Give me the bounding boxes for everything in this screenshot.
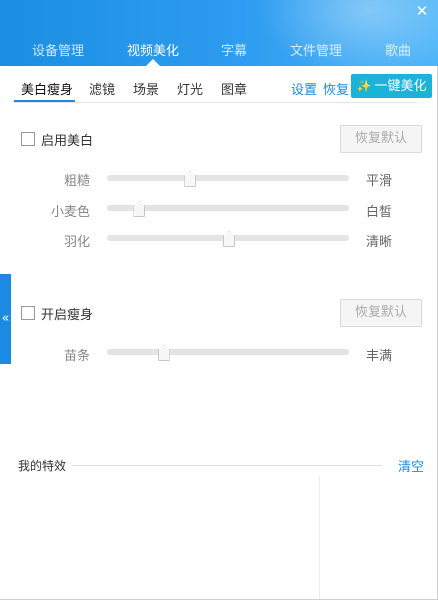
enable-slimming-label: 开启瘦身 [41, 308, 94, 323]
skin-tone-slider[interactable] [107, 201, 349, 217]
my-effects-title: 我的特效 [18, 459, 67, 473]
header-bar: ✕ 设备管理 视频美化 字幕 文件管理 歌曲 [0, 0, 438, 66]
collapse-panel-handle[interactable]: « [0, 274, 11, 364]
effects-divider [72, 465, 382, 466]
slider-thumb[interactable] [133, 201, 146, 217]
tab-subtitles[interactable]: 字幕 [194, 40, 274, 59]
whitening-reset-button[interactable]: 恢复默认 [340, 125, 422, 153]
slider-right-label: 平滑 [366, 174, 393, 189]
close-icon[interactable]: ✕ [414, 3, 430, 19]
tab-songs[interactable]: 歌曲 [358, 40, 438, 59]
subtab-lighting[interactable]: 灯光 [177, 79, 203, 98]
restore-link[interactable]: 恢复 [323, 79, 349, 98]
slider-thumb[interactable] [184, 171, 197, 187]
main-tabs: 设备管理 视频美化 字幕 文件管理 歌曲 [0, 40, 438, 66]
one-click-beautify-button[interactable]: ✨ 一键美化 [351, 74, 432, 98]
subtab-filter[interactable]: 滤镜 [89, 79, 115, 98]
enable-slimming-checkbox[interactable] [21, 306, 35, 320]
tab-device-management[interactable]: 设备管理 [18, 40, 98, 59]
settings-link[interactable]: 设置 [291, 79, 317, 98]
slider-right-label: 清晰 [366, 235, 393, 250]
tab-video-beautify[interactable]: 视频美化 [113, 40, 193, 66]
effects-list [0, 476, 438, 600]
slider-right-label: 丰满 [366, 349, 393, 364]
feather-slider[interactable] [107, 231, 349, 247]
subtab-scene[interactable]: 场景 [133, 79, 159, 98]
slimming-reset-button[interactable]: 恢复默认 [340, 299, 422, 327]
slider-thumb[interactable] [157, 345, 170, 361]
subtab-whiten-slim[interactable]: 美白瘦身 [21, 79, 73, 98]
slider-left-label: 粗糙 [63, 174, 90, 189]
effects-column-divider [319, 476, 320, 600]
slider-right-label: 白皙 [366, 205, 393, 220]
slider-thumb[interactable] [223, 231, 235, 247]
active-tab-caret [146, 59, 160, 66]
body-shape-slider[interactable] [107, 345, 349, 361]
subtab-divider [14, 102, 417, 103]
slider-left-label: 羽化 [63, 235, 90, 250]
tab-file-management[interactable]: 文件管理 [276, 40, 356, 59]
slider-left-label: 小麦色 [50, 205, 90, 220]
enable-whitening-label: 启用美白 [41, 134, 94, 149]
magic-wand-icon: ✨ [356, 79, 372, 93]
subtab-stamp[interactable]: 图章 [221, 79, 247, 98]
smoothness-slider[interactable] [107, 171, 349, 187]
clear-effects-link[interactable]: 清空 [398, 456, 424, 475]
enable-whitening-checkbox[interactable] [21, 132, 35, 146]
slider-left-label: 苗条 [63, 349, 90, 364]
